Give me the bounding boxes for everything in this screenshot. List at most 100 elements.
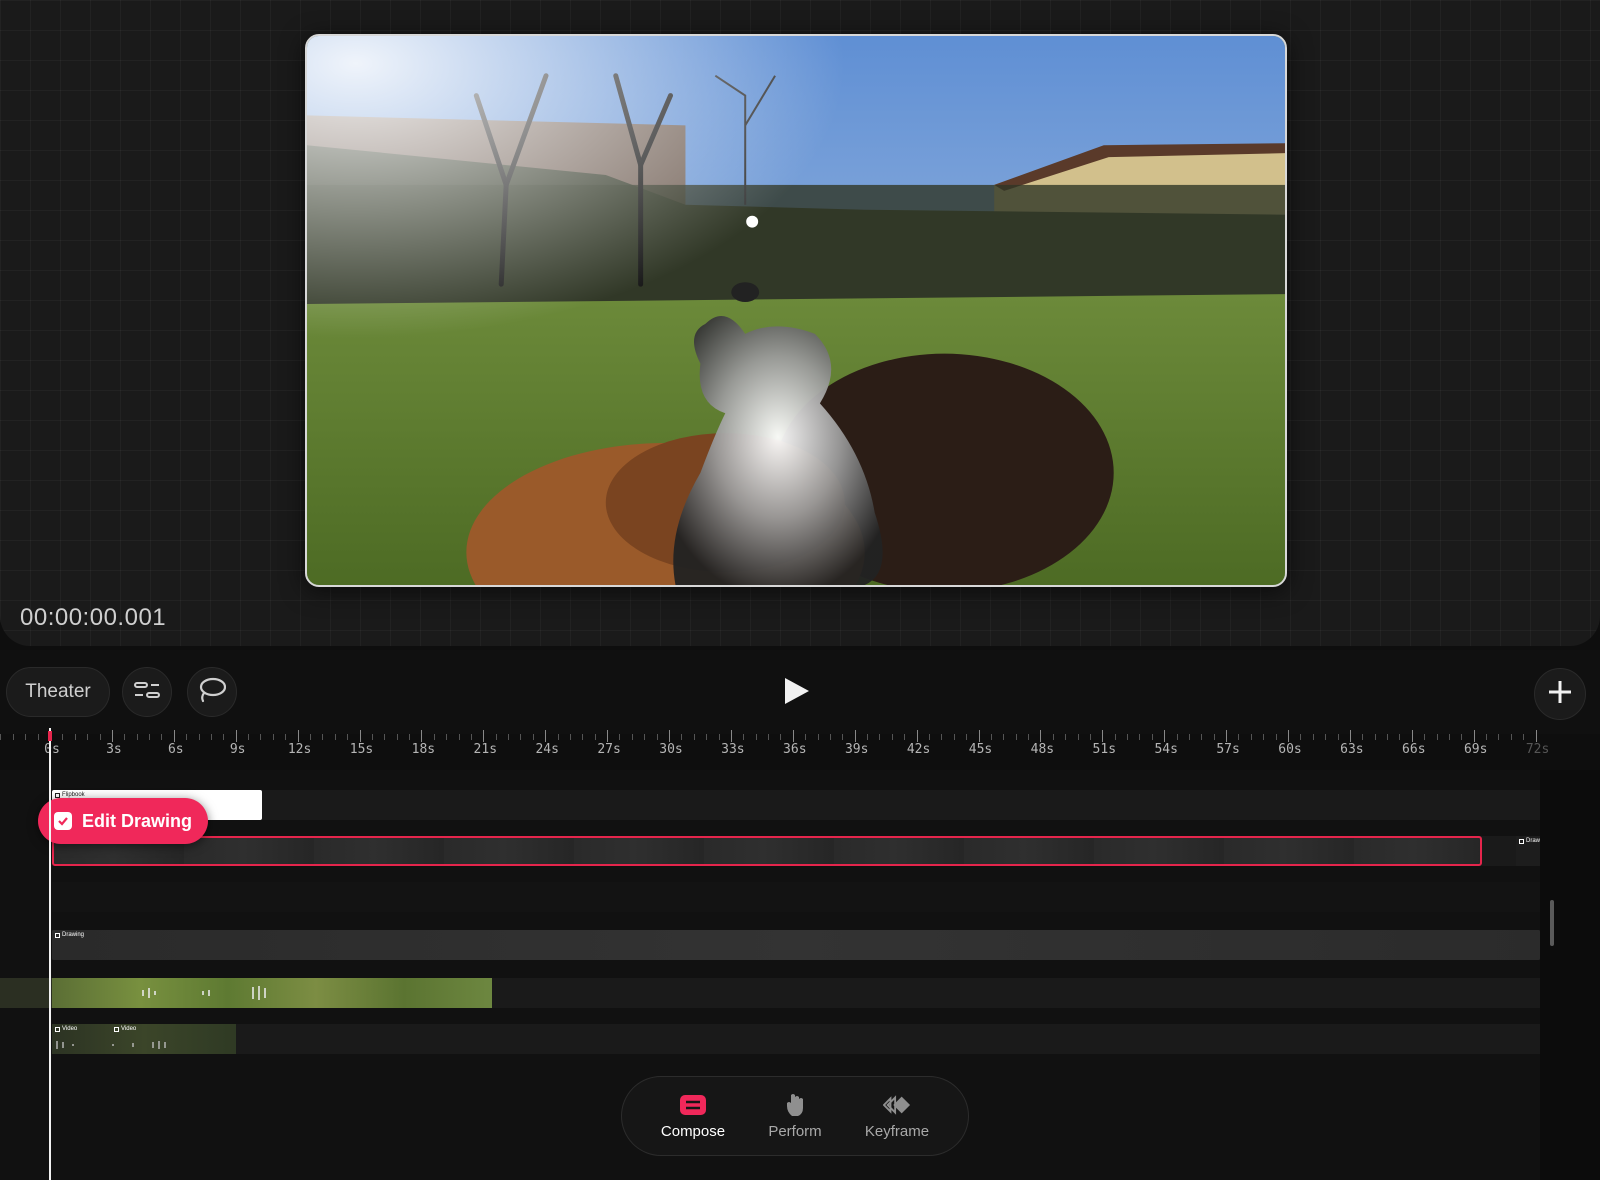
lasso-icon [198,677,227,708]
mode-label: Perform [768,1122,822,1140]
ruler-minor-tick [557,734,559,740]
hand-icon [781,1093,809,1117]
ruler-minor-tick [1399,734,1401,740]
theater-button[interactable]: Theater [6,667,110,717]
ruler-major-tick [1411,730,1413,742]
edit-drawing-label: Edit Drawing [82,810,193,831]
tracks-icon [134,680,160,705]
ruler-minor-tick [817,734,819,740]
ruler-minor-tick [631,734,633,740]
ruler-tick-label: 12s [287,742,312,757]
ruler-tick-label: 69s [1463,742,1488,757]
ruler-minor-tick [1188,734,1190,740]
ruler-minor-tick [1436,734,1438,740]
ruler-major-tick [483,730,485,742]
ruler-minor-tick [198,734,200,740]
ruler-minor-tick [136,734,138,740]
ruler-minor-tick [867,734,869,740]
audio-waveform [142,986,266,1000]
video-clip-lead[interactable] [0,978,52,1008]
drawing-clip[interactable]: Drawing [52,930,1540,960]
edit-drawing-button[interactable]: Edit Drawing [38,798,208,844]
ruler-minor-tick [582,734,584,740]
ruler-major-tick [730,730,732,742]
ruler-minor-tick [396,734,398,740]
ruler-minor-tick [891,734,893,740]
ruler-tick-label: 6s [167,742,184,757]
ruler-major-tick [235,730,237,742]
ruler-tick-label: 48s [1030,742,1055,757]
ruler-minor-tick [990,734,992,740]
ruler-minor-tick [1201,734,1203,740]
ruler-minor-tick [1362,734,1364,740]
timeline-scrollbar[interactable] [1550,900,1554,946]
ruler-tick-label: 60s [1278,742,1302,757]
ruler-tick-label: 54s [1154,742,1178,757]
ruler-minor-tick [1077,734,1079,740]
playhead-marker[interactable] [48,731,52,741]
time-ruler[interactable]: 0s 3s 6s 9s 12s 15s 18s 21s 24s 27s 30s 33s 36s 39s 42… [0,728,1600,768]
lasso-button[interactable] [187,667,237,717]
mode-compose[interactable]: Compose [648,1093,738,1140]
ruler-minor-tick [1325,734,1327,740]
ruler-minor-tick [1213,734,1215,740]
ruler-minor-tick [1003,734,1005,740]
ruler-minor-tick [805,734,807,740]
ruler-major-tick [669,730,670,742]
ruler-minor-tick [384,734,386,740]
compose-icon [679,1093,707,1117]
video-clip[interactable] [52,978,492,1008]
ruler-minor-tick [644,734,646,740]
play-button[interactable] [776,673,816,713]
ruler-minor-tick [1089,734,1091,740]
ruler-minor-tick [755,734,757,740]
ruler-minor-tick [1374,734,1376,740]
ruler-minor-tick [1238,734,1240,740]
mode-keyframe[interactable]: Keyframe [852,1093,942,1140]
video-clip[interactable]: Video Video [52,1024,236,1054]
ruler-major-tick [1226,730,1228,742]
ruler-minor-tick [1065,734,1067,740]
tracks-button[interactable] [122,667,172,717]
ruler-minor-tick [334,734,336,740]
ruler-major-tick [1040,730,1042,742]
mode-perform[interactable]: Perform [750,1093,840,1140]
ruler-minor-tick [1498,734,1500,740]
ruler-minor-tick [693,734,695,740]
ruler-minor-tick [149,734,151,740]
ruler-minor-tick [458,734,460,740]
ruler-minor-tick [743,734,745,740]
mode-switcher: Compose Perform Keyframe [621,1076,969,1156]
clip-type-icon [55,932,60,938]
video-preview[interactable] [305,34,1287,587]
ruler-major-tick [359,730,361,742]
track-lane[interactable] [52,1024,1540,1054]
ruler-minor-tick [210,734,212,740]
ruler-major-tick [978,730,980,742]
ruler-tick-label: 39s [844,742,869,757]
ruler-minor-tick [829,734,831,740]
ruler-minor-tick [285,734,287,740]
ruler-major-tick [111,730,113,742]
ruler-tick-label: 18s [411,742,436,757]
ruler-minor-tick [25,734,27,740]
playhead[interactable] [49,728,51,1180]
ruler-major-tick [854,730,856,742]
ruler-minor-tick [928,734,930,740]
track-lane[interactable] [52,790,1540,820]
ruler-major-tick [1535,730,1537,742]
ruler-tick-label: 3s [106,742,122,757]
track-lane[interactable] [52,882,1540,912]
ruler-minor-tick [260,734,262,740]
drawing-clip-selected[interactable] [52,836,1482,866]
add-button[interactable] [1534,668,1586,720]
ruler-major-tick [173,730,175,742]
clip-type-icon [1519,838,1524,844]
ruler-tick-label: 33s [721,742,745,757]
ruler-minor-tick [1387,734,1389,740]
ruler-minor-tick [99,734,101,740]
ruler-tick-label: 66s [1402,742,1426,757]
ruler-minor-tick [508,734,510,740]
ruler-major-tick [421,730,423,742]
ruler-tick-label: 15s [349,742,374,757]
